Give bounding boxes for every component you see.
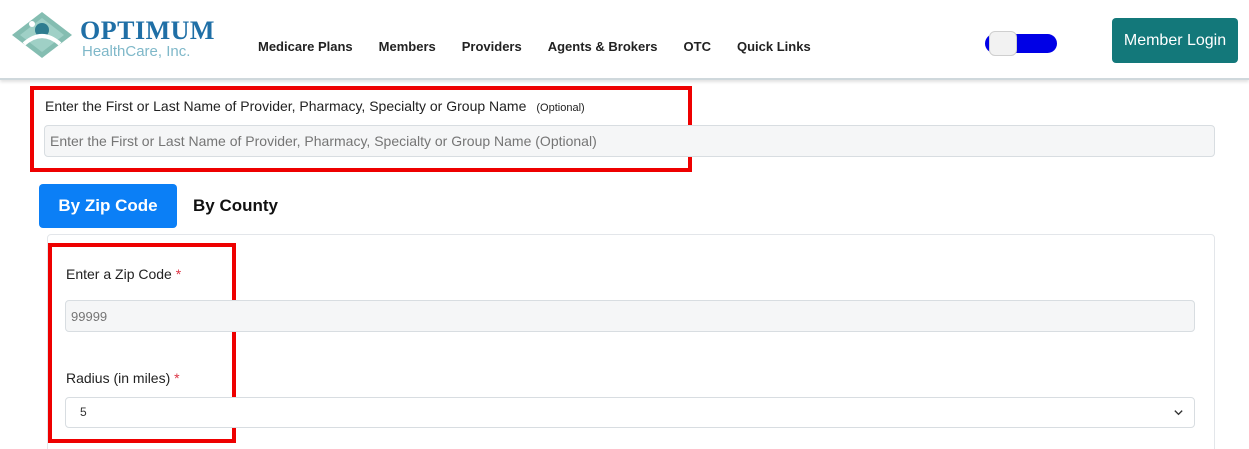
required-marker: * [174,370,180,386]
toggle-knob [989,31,1017,56]
chevron-down-icon [1174,410,1183,416]
zip-code-label: Enter a Zip Code * [66,266,181,282]
nav-item-quick-links[interactable]: Quick Links [737,39,811,54]
nav-item-providers[interactable]: Providers [462,39,522,54]
tab-by-zip-code[interactable]: By Zip Code [39,184,177,228]
logo-icon [12,12,72,58]
zip-code-label-text: Enter a Zip Code [66,266,172,282]
nav-item-otc[interactable]: OTC [684,39,711,54]
nav-item-medicare-plans[interactable]: Medicare Plans [258,39,353,54]
nav-item-members[interactable]: Members [379,39,436,54]
main-nav: Medicare Plans Members Providers Agents … [258,39,837,54]
zip-code-input[interactable] [65,300,1195,332]
accessibility-toggle[interactable] [985,31,1057,56]
radius-label: Radius (in miles) * [66,370,180,386]
optional-tag: (Optional) [536,102,585,114]
nav-item-agents-brokers[interactable]: Agents & Brokers [548,39,658,54]
member-login-button[interactable]: Member Login [1112,18,1238,63]
optimum-logo[interactable]: OPTIMUM HealthCare, Inc. [10,10,214,65]
provider-search-label: Enter the First or Last Name of Provider… [45,98,585,114]
logo-tagline: HealthCare, Inc. [82,43,191,60]
provider-search-label-text: Enter the First or Last Name of Provider… [45,98,527,114]
site-header: OPTIMUM HealthCare, Inc. Medicare Plans … [0,0,1249,80]
radius-select[interactable]: 5 [65,397,1195,428]
required-marker: * [175,266,182,282]
provider-search-input[interactable] [44,125,1215,157]
radius-label-text: Radius (in miles) [66,370,171,386]
logo-name: OPTIMUM [80,16,215,45]
tab-by-county[interactable]: By County [193,196,278,216]
radius-selected-value: 5 [80,405,87,419]
